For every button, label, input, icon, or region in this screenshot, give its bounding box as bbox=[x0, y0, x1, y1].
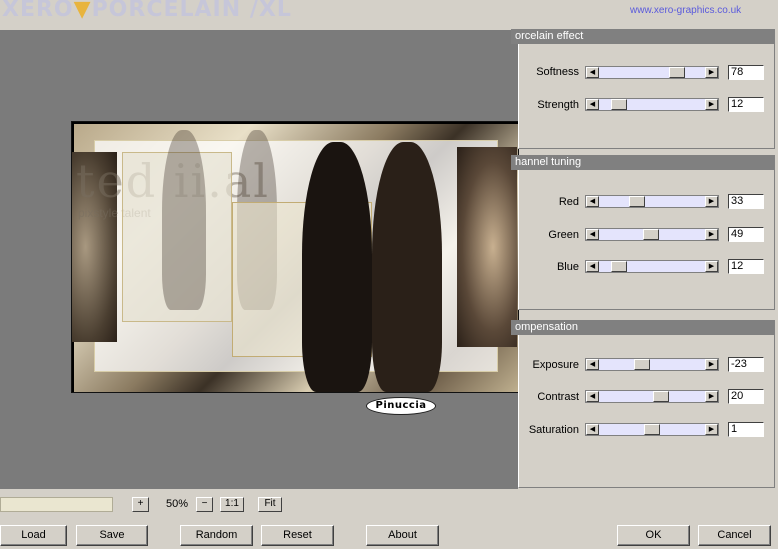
arrow-left-icon[interactable]: ◀ bbox=[586, 424, 599, 435]
app-logo: XERO▼PORCELAIN /XL bbox=[2, 0, 292, 22]
arrow-right-icon[interactable]: ▶ bbox=[705, 229, 718, 240]
softness-slider[interactable]: ◀ ▶ bbox=[585, 66, 719, 79]
slider-thumb[interactable] bbox=[633, 359, 650, 370]
reset-button[interactable]: Reset bbox=[261, 525, 334, 546]
red-slider[interactable]: ◀ ▶ bbox=[585, 195, 719, 208]
image-figure bbox=[302, 142, 372, 392]
arrow-right-icon[interactable]: ▶ bbox=[705, 196, 718, 207]
slider-thumb[interactable] bbox=[644, 424, 661, 435]
contrast-label: Contrast bbox=[537, 391, 579, 403]
softness-value[interactable]: 78 bbox=[728, 65, 764, 80]
blue-label: Blue bbox=[556, 261, 579, 273]
slider-thumb[interactable] bbox=[629, 196, 646, 207]
arrow-left-icon[interactable]: ◀ bbox=[586, 99, 599, 110]
arrow-left-icon[interactable]: ◀ bbox=[586, 261, 599, 272]
arrow-right-icon[interactable]: ▶ bbox=[705, 67, 718, 78]
group-header-channel-tuning: hannel tuning bbox=[511, 155, 775, 170]
arrow-left-icon[interactable]: ◀ bbox=[586, 196, 599, 207]
zoom-out-button[interactable]: − bbox=[196, 497, 213, 512]
logo-part-2: PORCELAIN bbox=[91, 0, 242, 22]
contrast-value[interactable]: 20 bbox=[728, 389, 764, 404]
exposure-label: Exposure bbox=[532, 359, 579, 371]
zoom-fit-button[interactable]: Fit bbox=[258, 497, 282, 512]
signature-badge: Pinuccia bbox=[366, 397, 436, 415]
logo-part-1: XERO bbox=[2, 0, 74, 22]
save-button[interactable]: Save bbox=[76, 525, 148, 546]
zoom-level: 50% bbox=[165, 498, 189, 510]
arrow-left-icon[interactable]: ◀ bbox=[586, 391, 599, 402]
arrow-right-icon[interactable]: ▶ bbox=[705, 359, 718, 370]
red-label: Red bbox=[558, 196, 579, 208]
slider-thumb[interactable] bbox=[610, 99, 627, 110]
saturation-value[interactable]: 1 bbox=[728, 422, 764, 437]
zoom-in-button[interactable]: + bbox=[132, 497, 149, 512]
zoom-actual-size-button[interactable]: 1:1 bbox=[220, 497, 244, 512]
slider-thumb[interactable] bbox=[643, 229, 660, 240]
logo-suffix: /XL bbox=[241, 0, 292, 22]
group-header-compensation: ompensation bbox=[511, 320, 775, 335]
logo-accent: ▼ bbox=[73, 0, 92, 22]
website-link[interactable]: www.xero-graphics.co.uk bbox=[630, 5, 741, 16]
arrow-left-icon[interactable]: ◀ bbox=[586, 67, 599, 78]
progress-bar bbox=[0, 497, 113, 512]
slider-thumb[interactable] bbox=[610, 261, 627, 272]
green-value[interactable]: 49 bbox=[728, 227, 764, 242]
blue-value[interactable]: 12 bbox=[728, 259, 764, 274]
cancel-button[interactable]: Cancel bbox=[698, 525, 771, 546]
contrast-slider[interactable]: ◀ ▶ bbox=[585, 390, 719, 403]
strength-slider[interactable]: ◀ ▶ bbox=[585, 98, 719, 111]
about-button[interactable]: About bbox=[366, 525, 439, 546]
softness-label: Softness bbox=[536, 66, 579, 78]
random-button[interactable]: Random bbox=[180, 525, 253, 546]
saturation-label: Saturation bbox=[528, 424, 579, 436]
exposure-value[interactable]: -23 bbox=[728, 357, 764, 372]
green-slider[interactable]: ◀ ▶ bbox=[585, 228, 719, 241]
strength-label: Strength bbox=[537, 99, 579, 111]
slider-thumb[interactable] bbox=[668, 67, 685, 78]
arrow-left-icon[interactable]: ◀ bbox=[586, 229, 599, 240]
red-value[interactable]: 33 bbox=[728, 194, 764, 209]
arrow-right-icon[interactable]: ▶ bbox=[705, 391, 718, 402]
arrow-right-icon[interactable]: ▶ bbox=[705, 261, 718, 272]
load-button[interactable]: Load bbox=[0, 525, 67, 546]
blue-slider[interactable]: ◀ ▶ bbox=[585, 260, 719, 273]
group-header-porcelain-effect: orcelain effect bbox=[511, 29, 775, 44]
arrow-right-icon[interactable]: ▶ bbox=[705, 99, 718, 110]
saturation-slider[interactable]: ◀ ▶ bbox=[585, 423, 719, 436]
title-bar: XERO▼PORCELAIN /XL www.xero-graphics.co.… bbox=[0, 0, 778, 22]
ok-button[interactable]: OK bbox=[617, 525, 690, 546]
image-figure bbox=[162, 130, 206, 310]
slider-thumb[interactable] bbox=[652, 391, 669, 402]
arrow-right-icon[interactable]: ▶ bbox=[705, 424, 718, 435]
arrow-left-icon[interactable]: ◀ bbox=[586, 359, 599, 370]
image-figure bbox=[372, 142, 442, 392]
strength-value[interactable]: 12 bbox=[728, 97, 764, 112]
preview-image[interactable]: ted ii.al pixstyle talent bbox=[71, 121, 519, 393]
image-face-right bbox=[457, 147, 517, 347]
exposure-slider[interactable]: ◀ ▶ bbox=[585, 358, 719, 371]
green-label: Green bbox=[548, 229, 579, 241]
